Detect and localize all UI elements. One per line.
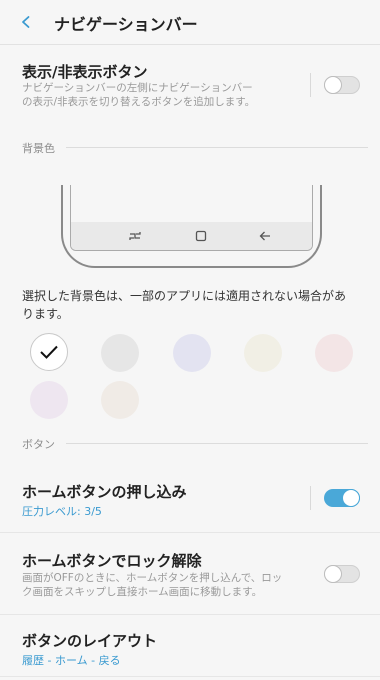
note-line2: ります。 xyxy=(22,307,69,321)
preview-screen xyxy=(70,185,313,251)
divider xyxy=(310,486,311,510)
color-swatch-lilac[interactable] xyxy=(30,381,68,419)
home-press-toggle[interactable] xyxy=(324,489,360,507)
button-layout-title: ボタンのレイアウト xyxy=(22,632,158,650)
color-swatch-lavender[interactable] xyxy=(173,334,211,372)
unlock-desc-line2: ク画面をスキップし直接ホーム画面に移動します。 xyxy=(22,586,263,598)
toggle-knob xyxy=(324,565,342,583)
home-icon xyxy=(193,228,209,244)
section-divider xyxy=(66,147,368,148)
home-press-title: ホームボタンの押し込み xyxy=(22,483,187,501)
unlock-toggle[interactable] xyxy=(324,565,360,583)
row-divider xyxy=(0,614,380,615)
color-swatch-cream[interactable] xyxy=(244,334,282,372)
background-color-note: 選択した背景色は、一部のアプリには適用されない場合があ ります。 xyxy=(22,287,362,323)
button-layout-value: 履歴 - ホーム - 戻る xyxy=(22,654,121,667)
recent-apps-icon xyxy=(127,228,143,244)
show-hide-title: 表示/非表示ボタン xyxy=(22,63,148,81)
preview-navigation-bar xyxy=(71,222,312,250)
color-swatch-pink[interactable] xyxy=(315,334,353,372)
row-divider xyxy=(0,676,380,677)
show-hide-desc-line1: ナビゲーションバーの左側にナビゲーションバー xyxy=(22,82,253,94)
unlock-desc-line1: 画面がOFFのときに、ホームボタンを押し込んで、ロッ xyxy=(22,572,283,584)
color-swatch-beige[interactable] xyxy=(101,381,139,419)
page-title: ナビゲーションバー xyxy=(54,15,198,34)
app-bar: ナビゲーションバー xyxy=(0,0,380,44)
pressure-level-label: 圧力レベル: 3/5 xyxy=(22,505,102,518)
checkmark-icon xyxy=(40,345,58,359)
back-arrow-icon xyxy=(257,228,273,244)
note-line1: 選択した背景色は、一部のアプリには適用されない場合があ xyxy=(22,289,347,303)
toggle-knob xyxy=(324,76,342,94)
row-divider xyxy=(0,532,380,533)
unlock-title: ホームボタンでロック解除 xyxy=(22,552,202,570)
section-header-background-color: 背景色 xyxy=(22,142,55,155)
chevron-left-icon[interactable] xyxy=(14,10,38,34)
color-swatch-gray[interactable] xyxy=(101,334,139,372)
navbar-preview xyxy=(61,185,322,268)
divider xyxy=(310,73,311,97)
header-divider xyxy=(0,44,380,45)
show-hide-desc-line2: の表示/非表示を切り替えるボタンを追加します。 xyxy=(22,96,256,108)
color-swatch-white[interactable] xyxy=(30,333,68,371)
show-hide-toggle[interactable] xyxy=(324,76,360,94)
section-divider xyxy=(66,443,368,444)
toggle-knob xyxy=(342,489,360,507)
section-header-buttons: ボタン xyxy=(22,438,55,451)
